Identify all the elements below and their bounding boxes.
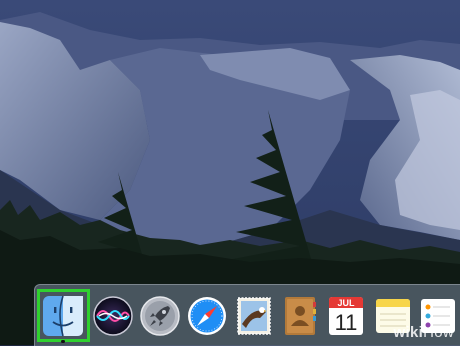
calendar-icon: JUL 11 [329,297,363,335]
address-book-icon [285,297,316,335]
finder-running-indicator [61,340,65,343]
wikihow-watermark: wikiHow [394,324,454,341]
watermark-wiki: wiki [393,324,424,341]
dock-item-launchpad[interactable] [136,292,184,340]
calendar-month: JUL [337,298,355,308]
finder-highlight-frame [37,289,90,342]
watermark-how: How [423,324,454,341]
eagle-stamp-icon [237,297,271,335]
calendar-day: 11 [335,310,358,335]
dock-item-siri[interactable] [89,292,137,340]
compass-icon [188,297,226,335]
siri-icon [93,296,133,336]
dock-item-mail[interactable] [230,292,278,340]
dock-item-contacts[interactable] [276,292,324,340]
dock-item-safari[interactable] [183,292,231,340]
rocket-icon [140,296,180,336]
dock-item-calendar[interactable]: JUL 11 [322,292,370,340]
